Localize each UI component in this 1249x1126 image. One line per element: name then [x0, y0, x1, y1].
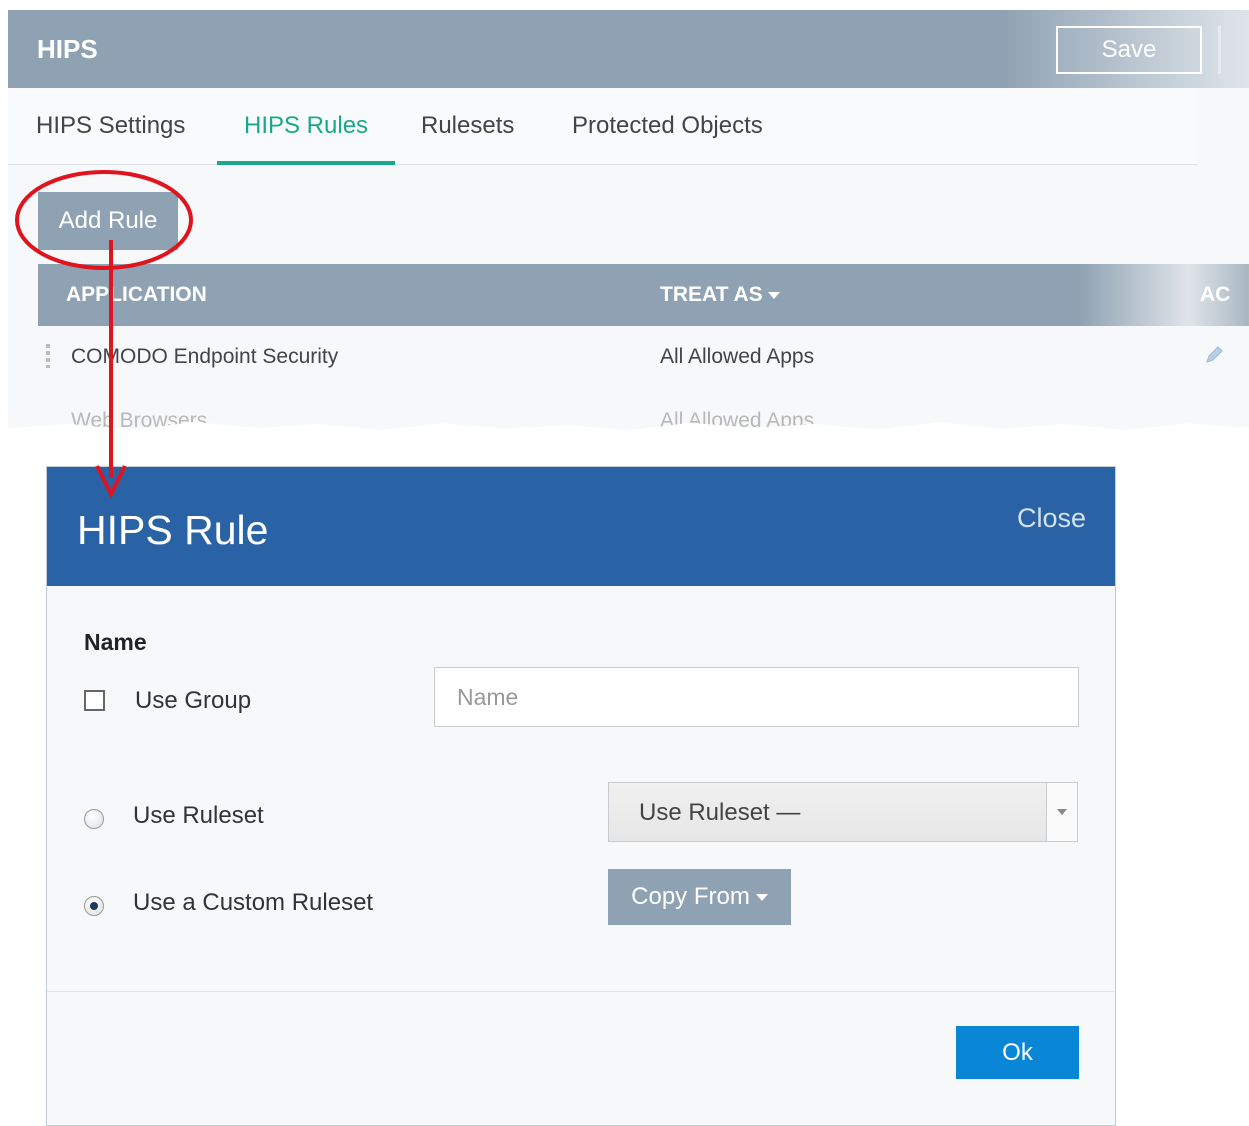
dialog-header: HIPS Rule Close — [47, 467, 1115, 586]
hips-rule-dialog: HIPS Rule Close Name Use Group Use Rules… — [46, 466, 1116, 1126]
use-group-checkbox[interactable] — [84, 690, 105, 711]
save-button[interactable]: Save — [1056, 26, 1202, 74]
column-header-actions: AC — [1200, 283, 1231, 306]
tab-bar: HIPS Settings HIPS Rules Rulesets Protec… — [8, 88, 1198, 165]
table-row[interactable]: Web Browsers All Allowed Apps — [38, 390, 1249, 430]
column-header-treat-as-label: TREAT AS — [660, 283, 763, 306]
ruleset-select-value: Use Ruleset — — [639, 799, 801, 826]
header-extra-button-edge[interactable] — [1218, 26, 1221, 74]
use-ruleset-label[interactable]: Use Ruleset — [133, 802, 264, 830]
name-input[interactable] — [434, 667, 1079, 727]
chevron-down-icon[interactable] — [1046, 783, 1077, 841]
use-ruleset-radio[interactable] — [84, 809, 104, 829]
custom-ruleset-label[interactable]: Use a Custom Ruleset — [133, 889, 373, 917]
tab-hips-settings[interactable]: HIPS Settings — [36, 88, 185, 164]
dialog-body: Name Use Group Use Ruleset Use Ruleset —… — [47, 586, 1115, 992]
copy-from-label: Copy From — [631, 883, 750, 910]
close-button[interactable]: Close — [1017, 503, 1086, 534]
page-title: HIPS — [37, 34, 98, 64]
column-header-application[interactable]: APPLICATION — [66, 283, 207, 307]
row-application: COMODO Endpoint Security — [71, 345, 339, 368]
use-group-label[interactable]: Use Group — [135, 687, 251, 715]
tab-hips-rules[interactable]: HIPS Rules — [216, 88, 396, 165]
copy-from-button[interactable]: Copy From — [608, 869, 791, 925]
drag-handle-icon[interactable] — [46, 344, 50, 368]
tab-rulesets[interactable]: Rulesets — [421, 88, 514, 164]
row-treat-as: All Allowed Apps — [660, 345, 815, 368]
rules-table-header: APPLICATION TREAT AS AC — [38, 264, 1249, 326]
ruleset-select[interactable]: Use Ruleset — — [608, 782, 1078, 842]
custom-ruleset-radio[interactable] — [84, 896, 104, 916]
table-row[interactable]: COMODO Endpoint Security All Allowed App… — [38, 326, 1249, 388]
edit-pencil-icon[interactable] — [1203, 344, 1225, 366]
tab-protected-objects[interactable]: Protected Objects — [572, 88, 763, 164]
sort-caret-icon — [767, 291, 780, 299]
name-section-label: Name — [84, 629, 147, 655]
hips-header: HIPS Save — [8, 10, 1249, 88]
column-header-treat-as[interactable]: TREAT AS — [660, 283, 780, 307]
dialog-title: HIPS Rule — [77, 507, 269, 553]
add-rule-button[interactable]: Add Rule — [38, 192, 178, 250]
ok-button[interactable]: Ok — [956, 1026, 1079, 1079]
hips-panel: HIPS Save HIPS Settings HIPS Rules Rules… — [8, 10, 1249, 430]
caret-down-icon — [755, 893, 768, 901]
